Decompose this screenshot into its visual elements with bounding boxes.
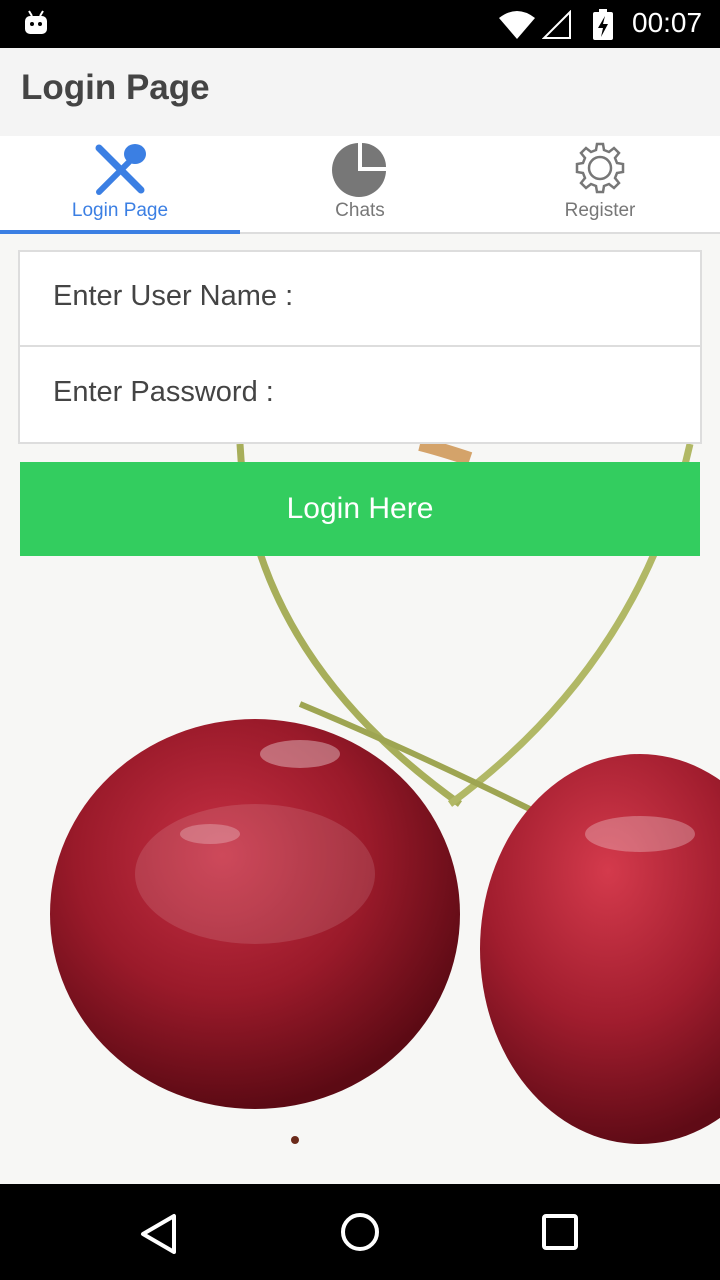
password-field[interactable]: Enter Password : [20,348,700,443]
tab-label: Register [564,200,636,221]
tab-chats[interactable]: Chats [240,136,480,232]
tab-bar: Login Page Chats Register [0,136,720,234]
app-header: Login Page [0,48,720,136]
pie-chart-icon [332,143,386,197]
username-label: Enter User Name : [53,280,294,312]
tab-label: Chats [335,200,385,221]
username-field[interactable]: Enter User Name : [20,252,700,347]
page-title: Login Page [21,68,210,107]
login-content: Enter User Name : Enter Password : Login… [0,234,720,1184]
back-icon[interactable] [134,1208,186,1260]
battery-charging-icon [593,9,613,40]
tab-register[interactable]: Register [480,136,720,232]
recents-icon[interactable] [534,1208,586,1260]
signal-icon [542,10,571,39]
password-label: Enter Password : [53,376,274,408]
login-button[interactable]: Login Here [20,462,700,556]
navigation-bar [0,1184,720,1280]
home-icon[interactable] [334,1208,386,1260]
fork-spoon-icon [95,144,146,195]
status-time: 00:07 [632,7,703,38]
tab-label: Login Page [71,200,169,221]
gear-icon [575,142,625,194]
tab-login-page[interactable]: Login Page [0,136,240,234]
android-icon [25,10,47,34]
status-bar: 00:07 [0,0,720,48]
login-form: Enter User Name : Enter Password : [18,250,702,444]
wifi-icon [499,11,535,39]
